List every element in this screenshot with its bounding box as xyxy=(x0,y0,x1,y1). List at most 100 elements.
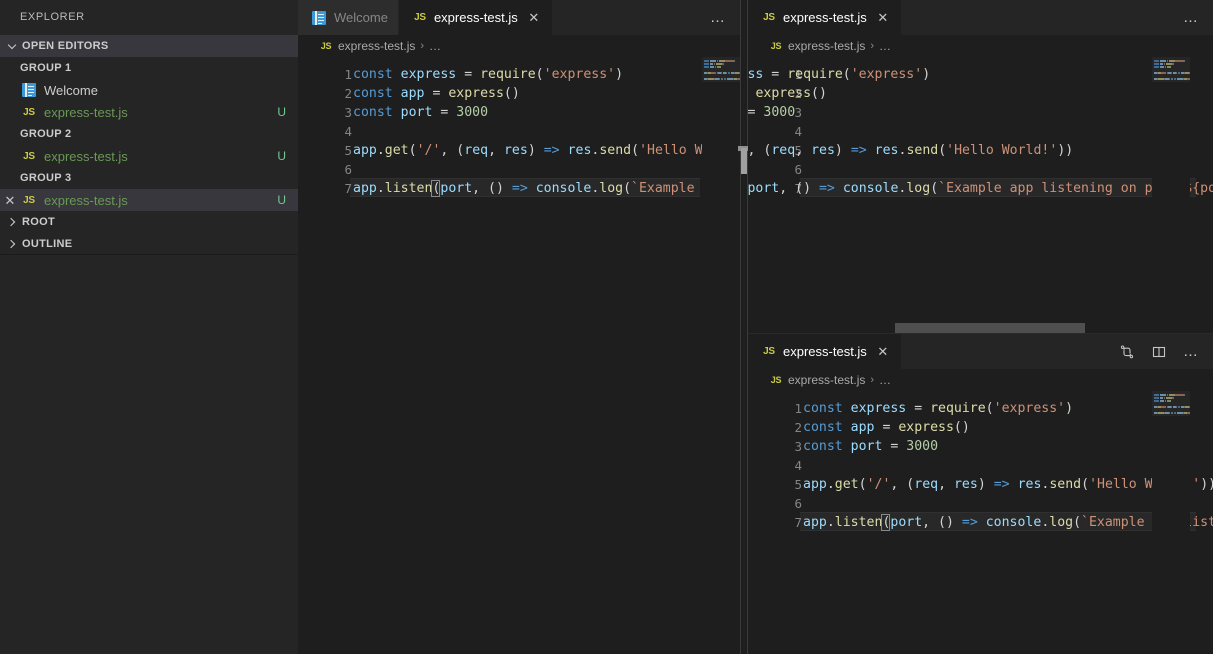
sidebar-title: EXPLORER xyxy=(20,11,85,23)
code-editor-right-top[interactable]: 1234567const express = require('express'… xyxy=(748,57,1213,333)
breadcrumb-right-bottom[interactable]: JS express-test.js › … xyxy=(748,369,1213,391)
js-file-icon: JS xyxy=(23,106,35,118)
breadcrumb-file[interactable]: express-test.js xyxy=(788,39,865,53)
breadcrumb-tail[interactable]: … xyxy=(879,39,892,53)
editor-group-right-bottom: JS express-test.js ✕ … JS express-test.j… xyxy=(748,333,1213,654)
more-actions-icon[interactable]: … xyxy=(704,4,732,32)
minimap-line-segment xyxy=(1174,412,1176,414)
minimap[interactable] xyxy=(1152,57,1190,333)
section-header-outline[interactable]: OUTLINE xyxy=(0,233,298,255)
open-editor-item-express-test-g1[interactable]: JS express-test.js U xyxy=(0,101,298,123)
open-editor-item-express-test-g3[interactable]: ✕ JS express-test.js U xyxy=(0,189,298,211)
minimap-line-segment xyxy=(1160,63,1163,65)
code-line: const express = require('express') xyxy=(803,401,1074,416)
welcome-preview-icon xyxy=(20,82,38,98)
minimap-line-segment xyxy=(1165,66,1166,68)
minimap-line-segment xyxy=(1176,406,1177,408)
tabbar-right-top: JS express-test.js ✕ … xyxy=(748,0,1213,35)
scrollbar-thumb[interactable] xyxy=(895,323,1085,333)
code-line: const express = require('express') xyxy=(748,67,931,82)
line-number: 5 xyxy=(794,477,802,492)
close-icon[interactable]: ✕ xyxy=(875,344,891,360)
open-editor-badge: U xyxy=(277,149,286,163)
line-number: 4 xyxy=(794,458,802,473)
section-header-root[interactable]: ROOT xyxy=(0,211,298,233)
minimap-line-segment xyxy=(1154,397,1159,399)
minimap-line-segment xyxy=(710,66,714,68)
tab-express-test-js[interactable]: JS express-test.js ✕ xyxy=(748,334,902,369)
breadcrumb-center[interactable]: JS express-test.js › … xyxy=(298,35,740,57)
tabbar-actions-center: … xyxy=(704,0,740,35)
section-header-open-editors[interactable]: OPEN EDITORS xyxy=(0,35,298,57)
line-number: 5 xyxy=(344,143,352,158)
code-editor-right-bottom[interactable]: 1 2 3 4 5 6 7 const express = require('express'… xyxy=(748,391,1213,654)
minimap-line-segment xyxy=(721,72,722,74)
tabbar-actions-right-bottom: … xyxy=(1113,334,1213,369)
code-line: app.get('/', (req, res) => res.send('Hel… xyxy=(353,143,740,158)
run-debug-icon[interactable] xyxy=(1113,338,1141,366)
open-editor-label: Welcome xyxy=(44,82,98,98)
open-editor-label: express-test.js xyxy=(44,148,128,164)
minimap-line-segment xyxy=(1174,78,1176,80)
close-icon[interactable]: ✕ xyxy=(875,10,891,26)
minimap-line-segment xyxy=(1160,394,1166,396)
minimap-line-segment xyxy=(710,60,716,62)
more-actions-icon[interactable]: … xyxy=(1177,4,1205,32)
editor-splitter-vertical[interactable] xyxy=(738,0,748,654)
code-line: const express = require('express') xyxy=(353,67,624,82)
vscode-workbench: EXPLORER OPEN EDITORS GROUP 1 Welcome JS… xyxy=(0,0,1213,654)
line-number: 3 xyxy=(794,439,802,454)
line-number: 7 xyxy=(344,181,352,196)
breadcrumb-file[interactable]: express-test.js xyxy=(788,373,865,387)
minimap-line-segment xyxy=(1167,394,1168,396)
more-actions-icon[interactable]: … xyxy=(1177,338,1205,366)
open-editor-item-welcome[interactable]: Welcome xyxy=(0,79,298,101)
open-editor-label: express-test.js xyxy=(44,104,128,120)
tab-label: express-test.js xyxy=(783,10,867,25)
line-number: 4 xyxy=(344,124,352,139)
line-number: 6 xyxy=(794,496,802,511)
close-icon[interactable]: ✕ xyxy=(526,10,542,26)
minimap-line-segment xyxy=(1188,412,1190,414)
splitter-grip[interactable] xyxy=(741,148,747,174)
horizontal-scrollbar-right-top[interactable] xyxy=(748,323,1213,333)
minimap-line-segment xyxy=(734,60,735,62)
welcome-preview-icon xyxy=(310,10,328,26)
minimap-line-segment xyxy=(715,72,716,74)
tabbar-actions-right-top: … xyxy=(1177,0,1213,35)
breadcrumb-file[interactable]: express-test.js xyxy=(338,39,415,53)
code-line: app.get('/', (req, res) => res.send('Hel… xyxy=(748,143,1074,158)
minimap-line-segment xyxy=(704,66,709,68)
minimap-line-segment xyxy=(721,78,723,80)
minimap-line-segment xyxy=(722,63,724,65)
split-editor-right-icon[interactable] xyxy=(1145,338,1173,366)
js-file-icon: JS xyxy=(23,194,35,206)
tab-welcome[interactable]: Welcome xyxy=(298,0,399,35)
minimap-line-segment xyxy=(719,78,720,80)
minimap[interactable] xyxy=(702,57,740,654)
minimap-line-segment xyxy=(1167,400,1171,402)
breadcrumb-tail[interactable]: … xyxy=(429,39,442,53)
tab-label: Welcome xyxy=(334,10,388,25)
breadcrumb-right-top[interactable]: JS express-test.js › … xyxy=(748,35,1213,57)
minimap-line-segment xyxy=(726,60,734,62)
open-editor-item-express-test-g2[interactable]: JS express-test.js U xyxy=(0,145,298,167)
close-icon[interactable]: ✕ xyxy=(2,194,18,207)
minimap[interactable] xyxy=(1152,391,1190,654)
line-number: 2 xyxy=(794,420,802,435)
minimap-line-segment xyxy=(1176,394,1184,396)
minimap-line-segment xyxy=(717,60,718,62)
minimap-line-segment xyxy=(1169,78,1170,80)
js-file-icon: JS xyxy=(770,375,782,385)
line-number: 1 xyxy=(794,401,802,416)
minimap-line-segment xyxy=(1165,400,1166,402)
code-editor-center[interactable]: 1 2 3 4 5 6 7 const express = require('express'… xyxy=(298,57,740,654)
breadcrumb-tail[interactable]: … xyxy=(879,373,892,387)
tab-express-test-js[interactable]: JS express-test.js ✕ xyxy=(398,0,553,35)
bracket-match-highlight xyxy=(881,514,891,531)
tab-express-test-js[interactable]: JS express-test.js ✕ xyxy=(748,0,902,35)
line-number: 1 xyxy=(344,67,352,82)
section-label-open-editors: OPEN EDITORS xyxy=(22,40,109,52)
code-line: const port = 3000 xyxy=(803,439,939,454)
tabbar-empty-space xyxy=(552,0,704,35)
